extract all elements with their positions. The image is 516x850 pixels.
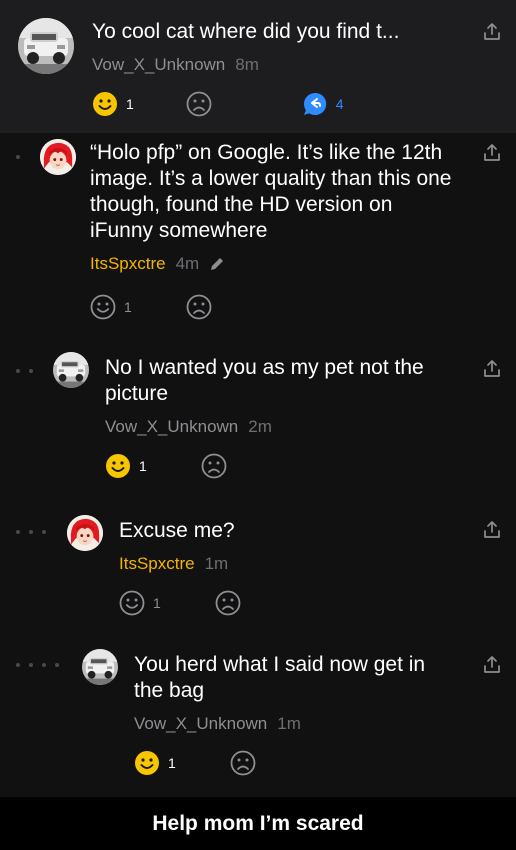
thread-depth-indicator <box>16 663 59 667</box>
share-icon[interactable] <box>482 143 502 163</box>
comment-username[interactable]: ItsSpxctre <box>90 254 166 274</box>
comment-item: Yo cool cat where did you find t... Vow_… <box>0 0 516 133</box>
pencil-icon <box>209 256 225 272</box>
car-avatar-image <box>18 18 74 74</box>
share-icon[interactable] <box>482 22 502 42</box>
comment-username[interactable]: ItsSpxctre <box>119 554 195 574</box>
car-avatar-image <box>53 352 89 388</box>
comment-username[interactable]: Vow_X_Unknown <box>92 55 225 75</box>
thread-depth-indicator <box>16 530 46 534</box>
smile-count: 1 <box>124 299 132 315</box>
comment-thread: Yo cool cat where did you find t... Vow_… <box>0 0 516 797</box>
comment-item: You herd what I said now get in the bag … <box>0 627 516 797</box>
smile-count: 1 <box>139 458 147 474</box>
smile-button[interactable]: 1 <box>134 750 176 776</box>
thread-depth-indicator <box>16 369 33 373</box>
frown-icon <box>186 91 212 117</box>
frown-icon <box>201 453 227 479</box>
frown-icon <box>230 750 256 776</box>
avatar[interactable] <box>82 649 118 685</box>
frown-button[interactable] <box>215 590 241 616</box>
frown-button[interactable] <box>186 91 212 117</box>
smile-button[interactable]: 1 <box>105 453 147 479</box>
comment-text: No I wanted you as my pet not the pictur… <box>105 356 424 405</box>
comment-text: You herd what I said now get in the bag <box>134 653 426 702</box>
car-avatar-image <box>82 649 118 685</box>
comment-username[interactable]: Vow_X_Unknown <box>105 417 238 437</box>
comment-item: Excuse me? ItsSpxctre 1m 1 <box>0 494 516 627</box>
smile-button[interactable]: 1 <box>119 590 161 616</box>
frown-button[interactable] <box>230 750 256 776</box>
smile-button[interactable]: 1 <box>90 294 132 320</box>
thread-depth-indicator <box>16 155 20 159</box>
smile-count: 1 <box>153 595 161 611</box>
share-icon[interactable] <box>482 655 502 675</box>
comment-item: No I wanted you as my pet not the pictur… <box>0 337 516 494</box>
smile-icon <box>105 453 131 479</box>
comment-item: “Holo pfp” on Google. It’s like the 12th… <box>0 133 516 337</box>
smile-count: 1 <box>126 96 134 112</box>
comment-time: 1m <box>204 554 229 573</box>
comment-time: 1m <box>277 714 301 733</box>
smile-icon <box>119 590 145 616</box>
anime-avatar-image <box>40 139 76 175</box>
comment-username[interactable]: Vow_X_Unknown <box>134 714 267 734</box>
reply-count: 4 <box>335 96 344 112</box>
comment-time: 8m <box>235 55 259 74</box>
smile-icon <box>134 750 160 776</box>
reply-icon <box>302 91 328 117</box>
comment-time: 2m <box>248 417 272 436</box>
frown-button[interactable] <box>186 294 212 320</box>
reply-button[interactable]: 4 <box>302 91 344 117</box>
smile-count: 1 <box>168 755 176 771</box>
avatar[interactable] <box>18 18 74 74</box>
comment-text: Excuse me? <box>119 519 235 542</box>
comment-text: Yo cool cat where did you find t... <box>92 20 400 43</box>
frown-icon <box>186 294 212 320</box>
frown-icon <box>215 590 241 616</box>
smile-icon <box>90 294 116 320</box>
comment-text: “Holo pfp” on Google. It’s like the 12th… <box>90 141 452 242</box>
smile-icon <box>92 91 118 117</box>
share-icon[interactable] <box>482 359 502 379</box>
avatar[interactable] <box>40 139 76 175</box>
share-icon[interactable] <box>482 520 502 540</box>
avatar[interactable] <box>67 515 103 551</box>
frown-button[interactable] <box>201 453 227 479</box>
meme-caption: Help mom I’m scared <box>0 797 516 850</box>
comment-time: 4m <box>175 254 200 273</box>
anime-avatar-image <box>67 515 103 551</box>
smile-button[interactable]: 1 <box>92 91 134 117</box>
avatar[interactable] <box>53 352 89 388</box>
